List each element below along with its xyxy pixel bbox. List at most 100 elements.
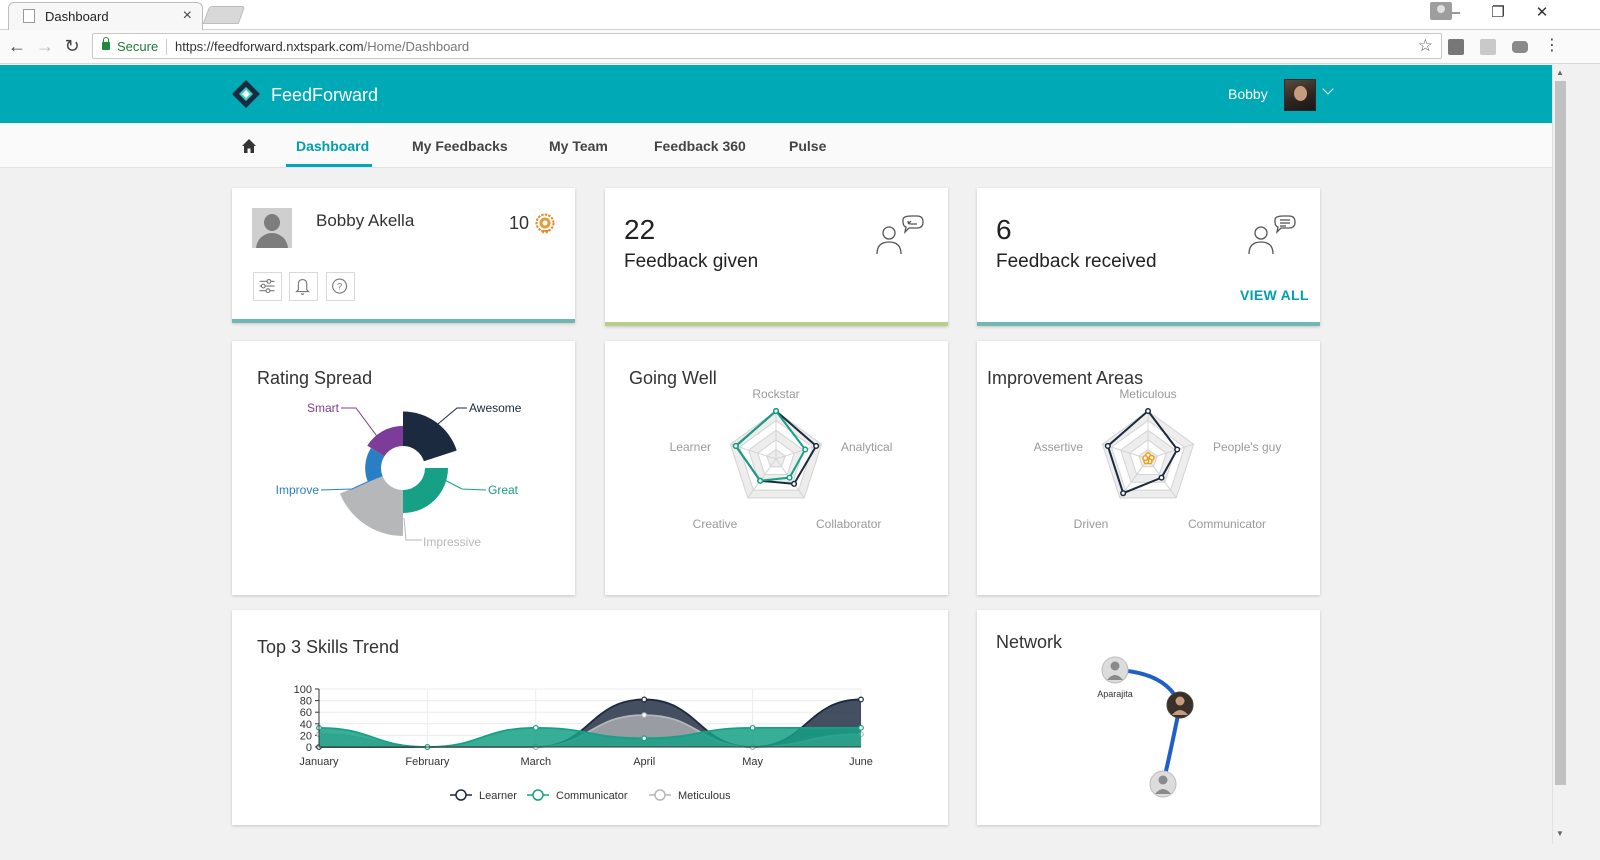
- legend-label-learner[interactable]: Learner: [479, 790, 517, 802]
- slice-label-great: Great: [488, 483, 519, 497]
- legend-label-meticulous[interactable]: Meticulous: [678, 790, 731, 802]
- radar-axis-label-analytical: Analytical: [841, 440, 892, 454]
- data-point-meticulous[interactable]: [641, 712, 648, 718]
- tab-feedback-360[interactable]: Feedback 360: [654, 138, 746, 154]
- scroll-up-icon[interactable]: ▲: [1556, 68, 1564, 77]
- tab-pulse[interactable]: Pulse: [789, 138, 826, 154]
- brand-name[interactable]: FeedForward: [271, 85, 378, 106]
- radar-point-analytical[interactable]: [802, 446, 809, 453]
- feedback-received-count: 6: [996, 214, 1012, 245]
- feedback-received-label: Feedback received: [996, 251, 1157, 272]
- radar-point-rockstar[interactable]: [772, 407, 780, 415]
- points-value: 10: [509, 213, 530, 233]
- help-button[interactable]: ?: [326, 272, 355, 301]
- radar-axis-label-rockstar: Rockstar: [752, 387, 799, 401]
- card-accent-bar: [232, 319, 575, 323]
- url-text[interactable]: https://feedforward.nxtspark.com/Home/Da…: [175, 39, 469, 54]
- data-point-communicator[interactable]: [532, 724, 539, 731]
- card-accent-bar: [977, 322, 1320, 326]
- data-point-communicator[interactable]: [749, 724, 756, 731]
- rose-slice-awesome[interactable]: [403, 411, 457, 462]
- data-point-communicator[interactable]: [641, 735, 648, 742]
- leader-line-impressive: [403, 517, 422, 541]
- network-node-avatar-icon: [1110, 661, 1120, 671]
- feedback-given-card[interactable]: 22 Feedback given: [605, 188, 948, 326]
- tab-close-icon[interactable]: ×: [183, 7, 192, 25]
- profile-name: Bobby Akella: [316, 211, 415, 230]
- page-scrollbar[interactable]: ▲ ▼: [1552, 65, 1568, 844]
- reload-icon[interactable]: ↻: [60, 34, 84, 58]
- notifications-button[interactable]: [289, 272, 318, 301]
- browser-tab[interactable]: Dashboard ×: [8, 2, 203, 30]
- radar-point-meticulous[interactable]: [1144, 407, 1152, 415]
- pdf-extension-icon[interactable]: [1480, 39, 1496, 55]
- radar-axis-label-learner: Learner: [670, 440, 711, 454]
- chevron-down-icon[interactable]: [1322, 83, 1334, 95]
- page-favicon-icon: [23, 9, 35, 23]
- rose-slice-great[interactable]: [403, 468, 448, 513]
- home-icon[interactable]: [241, 138, 257, 154]
- address-bar[interactable]: Secure https://feedforward.nxtspark.com/…: [92, 33, 1442, 59]
- legend-marker-communicator[interactable]: [532, 789, 544, 801]
- radar-point-collaborator[interactable]: [786, 474, 793, 481]
- x-tick-label: June: [849, 756, 873, 768]
- cast-extension-icon[interactable]: [1512, 41, 1528, 53]
- feedback-received-card[interactable]: 6 Feedback received VIEW ALL: [977, 188, 1320, 326]
- radar-point-creative[interactable]: [757, 477, 764, 484]
- forward-icon[interactable]: →: [33, 34, 57, 58]
- view-all-link[interactable]: VIEW ALL: [1240, 287, 1309, 303]
- data-point-learner[interactable]: [858, 696, 864, 703]
- user-name[interactable]: Bobby: [1228, 86, 1268, 102]
- y-tick-label: 40: [300, 719, 312, 731]
- close-window-button[interactable]: ✕: [1520, 0, 1564, 28]
- network-node-avatar-icon: [1158, 775, 1168, 785]
- legend-marker-learner[interactable]: [455, 789, 467, 801]
- radar-point-assertive[interactable]: [1104, 442, 1111, 449]
- settings-button[interactable]: [253, 272, 282, 301]
- tab-dashboard[interactable]: Dashboard: [296, 138, 369, 154]
- svg-text:?: ?: [337, 281, 342, 291]
- restore-button[interactable]: ❐: [1476, 0, 1520, 28]
- going-well-card: Going Well Rockstar Analytical Collaborato…: [605, 341, 948, 595]
- network-graph[interactable]: Aparajita: [977, 610, 1320, 825]
- radar-axis-label-communicator: Communicator: [1188, 517, 1266, 531]
- slice-label-improve: Improve: [276, 483, 320, 497]
- legend-label-communicator[interactable]: Communicator: [556, 790, 628, 802]
- tab-my-team[interactable]: My Team: [549, 138, 608, 154]
- sliders-icon: [259, 278, 275, 294]
- user-avatar[interactable]: [1284, 79, 1316, 111]
- radar-point-learner[interactable]: [732, 442, 739, 449]
- feedforward-logo-icon[interactable]: [232, 80, 260, 108]
- rating-spread-card: Rating Spread Awesome Great Impressive Impr…: [232, 341, 575, 595]
- radar-point-assertive[interactable]: [1142, 455, 1149, 462]
- network-card: Network Aparajita: [977, 610, 1320, 825]
- new-tab-button[interactable]: [202, 6, 246, 24]
- omnibox-divider: [166, 39, 167, 55]
- tab-my-feedbacks[interactable]: My Feedbacks: [412, 138, 508, 154]
- y-tick-label: 100: [294, 684, 312, 696]
- url-path: /Home/Dashboard: [363, 39, 470, 54]
- scroll-thumb[interactable]: [1555, 81, 1566, 785]
- radar-point-collaborator[interactable]: [791, 480, 798, 487]
- y-tick-label: 80: [300, 696, 312, 708]
- radar-point-people-s-guy[interactable]: [1174, 446, 1181, 453]
- radar-point-communicator[interactable]: [1158, 474, 1165, 481]
- radar-point-analytical[interactable]: [813, 442, 820, 449]
- data-point-communicator[interactable]: [858, 724, 864, 731]
- browser-toolbar: ← → ↻ Secure https://feedforward.nxtspar…: [0, 30, 1600, 64]
- minimize-button[interactable]: –: [1434, 0, 1478, 28]
- extension-icon[interactable]: [1448, 39, 1464, 55]
- back-icon[interactable]: ←: [5, 34, 29, 58]
- scroll-down-icon[interactable]: ▼: [1556, 829, 1564, 838]
- radar-axis-label-collaborator: Collaborator: [816, 517, 881, 531]
- legend-marker-meticulous[interactable]: [654, 789, 666, 801]
- y-tick-label: 20: [300, 730, 312, 742]
- radar-point-driven[interactable]: [1120, 490, 1127, 497]
- bookmark-star-icon[interactable]: ☆: [1418, 36, 1433, 56]
- main-nav: Dashboard My Feedbacks My Team Feedback …: [0, 123, 1552, 168]
- skills-trend-card: Top 3 Skills Trend 0 20 40 60 80 100 January Fe…: [232, 610, 948, 825]
- browser-menu-icon[interactable]: ⋮: [1540, 34, 1564, 58]
- rose-slice-impressive[interactable]: [339, 476, 403, 536]
- tab-title: Dashboard: [45, 9, 109, 24]
- data-point-learner[interactable]: [641, 696, 648, 703]
